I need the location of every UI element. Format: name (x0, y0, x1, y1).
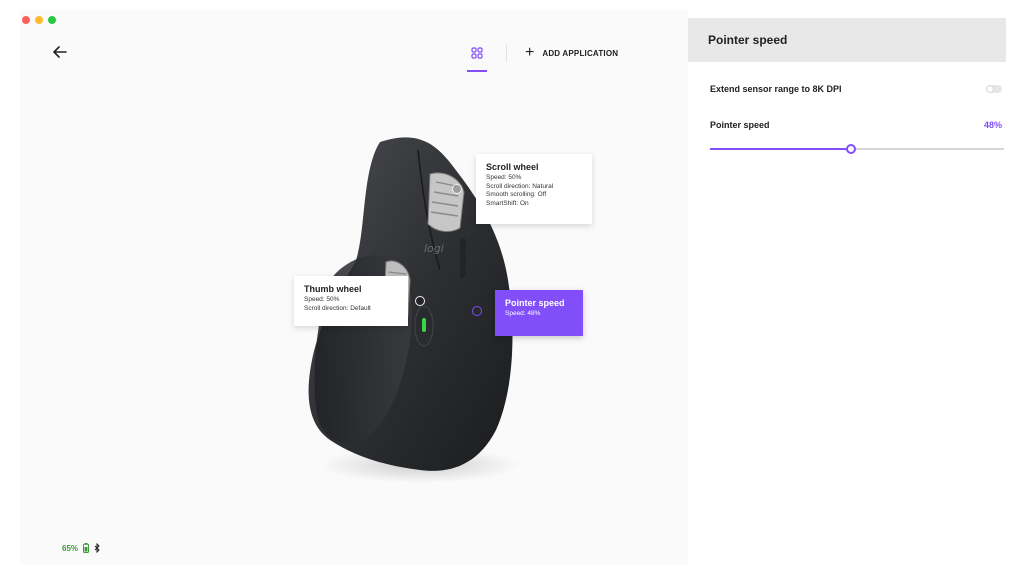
svg-text:logi: logi (424, 242, 444, 255)
panel-header: Pointer speed (688, 18, 1006, 62)
bluetooth-icon (94, 543, 100, 553)
toolbar-divider (506, 44, 507, 62)
active-tab-indicator (467, 70, 487, 72)
plus-icon: + (525, 44, 535, 61)
pointer-speed-row: Pointer speed 48% (710, 120, 1002, 130)
minimize-window-button[interactable] (35, 16, 43, 24)
add-application-label: ADD APPLICATION (542, 48, 619, 58)
back-button[interactable] (50, 44, 70, 64)
device-toolbar: + ADD APPLICATION (466, 42, 618, 72)
pointer-speed-hotspot[interactable] (472, 306, 482, 316)
maximize-window-button[interactable] (48, 16, 56, 24)
scroll-wheel-title: Scroll wheel (486, 162, 539, 172)
slider-fill (710, 147, 851, 150)
battery-status: 65% (62, 543, 100, 553)
settings-panel: Pointer speed Extend sensor range to 8K … (688, 18, 1006, 565)
add-application-button[interactable]: + ADD APPLICATION (525, 45, 618, 61)
pointer-speed-value: 48% (983, 120, 1002, 130)
pointer-speed-callout-title: Pointer speed (505, 298, 565, 308)
pointer-speed-callout-value: Speed: 48% (505, 310, 541, 317)
app-grid-icon (471, 47, 483, 59)
all-applications-button[interactable] (466, 42, 488, 72)
thumb-wheel-title: Thumb wheel (304, 284, 362, 294)
thumb-wheel-callout[interactable]: Thumb wheel Speed: 50% Scroll direction:… (294, 276, 408, 326)
extend-sensor-toggle[interactable] (986, 85, 1002, 93)
thumb-wheel-direction: Scroll direction: Default (304, 304, 371, 312)
scroll-wheel-smartshift: SmartShift: On (486, 199, 529, 207)
pointer-speed-slider[interactable] (710, 144, 1004, 154)
thumb-wheel-hotspot[interactable] (415, 296, 425, 306)
scroll-wheel-direction: Scroll direction: Natural (486, 182, 554, 190)
extend-sensor-row: Extend sensor range to 8K DPI (710, 84, 1002, 94)
scroll-wheel-callout[interactable]: Scroll wheel Speed: 50% Scroll direction… (476, 154, 592, 224)
panel-title: Pointer speed (708, 33, 788, 47)
close-window-button[interactable] (22, 16, 30, 24)
window-controls (22, 16, 56, 24)
pointer-speed-label: Pointer speed (710, 120, 770, 130)
scroll-wheel-smooth: Smooth scrolling: Off (486, 191, 547, 198)
toggle-knob (987, 86, 993, 92)
arrow-left-icon (53, 46, 67, 58)
battery-icon (83, 543, 90, 553)
extend-sensor-label: Extend sensor range to 8K DPI (710, 84, 842, 94)
thumb-wheel-speed: Speed: 50% (304, 296, 340, 303)
scroll-wheel-speed: Speed: 50% (486, 174, 522, 181)
battery-level: 65% (62, 543, 79, 553)
options-app-window: + ADD APPLICATION logi Scroll wheel Spee… (0, 0, 1027, 577)
pointer-speed-callout[interactable]: Pointer speed Speed: 48% (495, 290, 583, 336)
slider-thumb[interactable] (846, 144, 856, 154)
scroll-wheel-hotspot[interactable] (452, 184, 462, 194)
